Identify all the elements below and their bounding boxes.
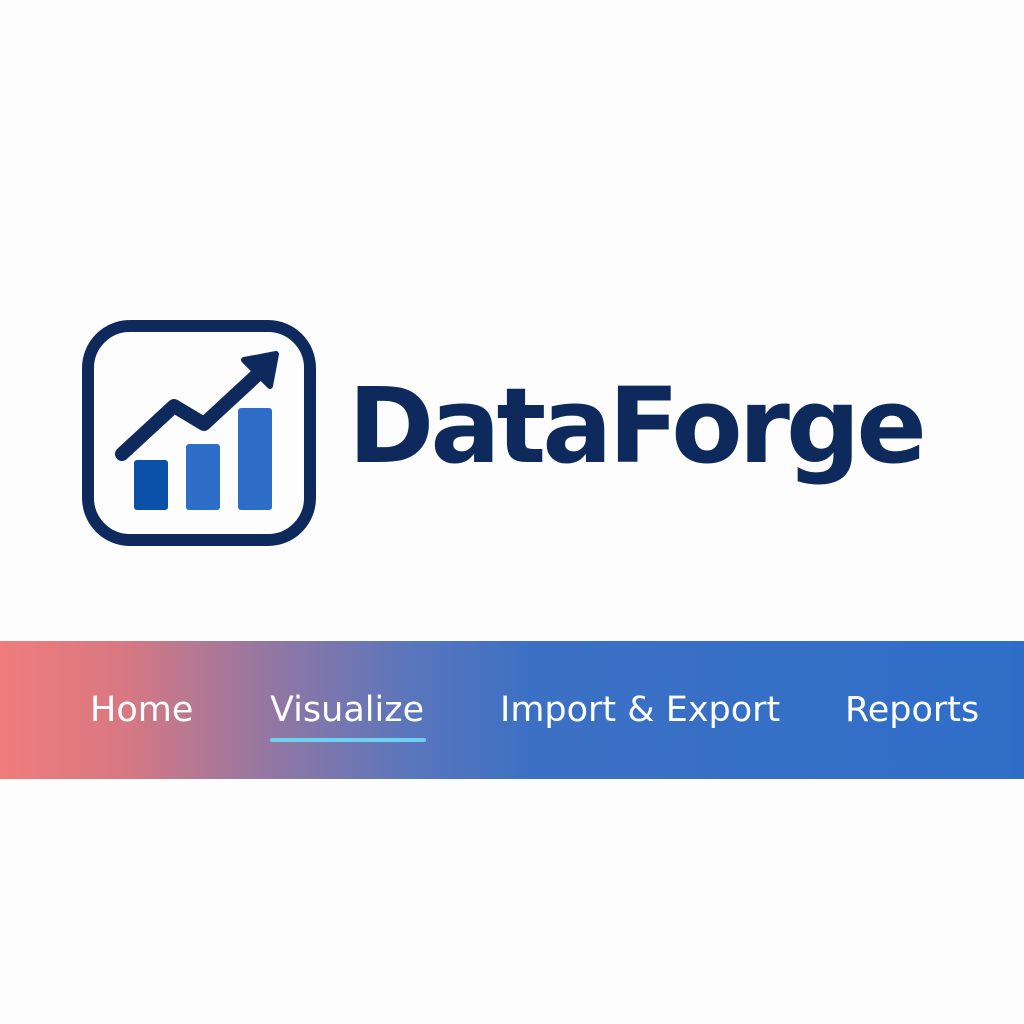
brand-name: DataForge <box>348 365 927 487</box>
nav-item-home[interactable]: Home <box>90 685 193 735</box>
nav-item-reports[interactable]: Reports <box>845 685 979 735</box>
page: DataForge Home Visualize Import & Export… <box>0 0 1024 1024</box>
nav-item-visualize[interactable]: Visualize <box>270 685 424 735</box>
nav-item-import-export[interactable]: Import & Export <box>500 685 780 735</box>
brand-header: DataForge <box>82 320 962 546</box>
bar-chart-trend-up-icon <box>82 320 316 546</box>
logo-trend-line <box>115 367 265 461</box>
logo-bar-3 <box>238 408 272 510</box>
main-navigation: Home Visualize Import & Export Reports <box>0 641 1024 779</box>
logo-bar-2 <box>186 444 220 510</box>
logo-bar-1 <box>134 460 168 510</box>
active-tab-indicator <box>270 738 426 742</box>
